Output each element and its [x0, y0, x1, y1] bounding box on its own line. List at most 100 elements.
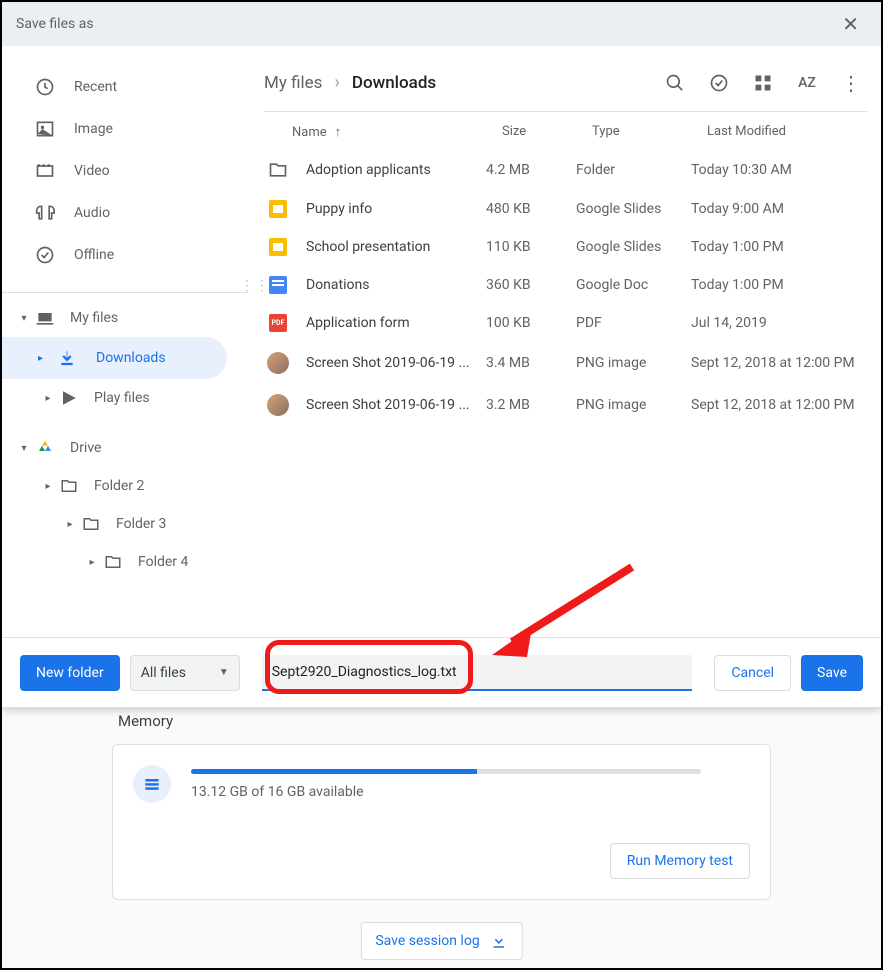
dropdown-icon: ▼ — [219, 667, 229, 678]
download-icon — [490, 932, 508, 950]
chevron-right-icon: ▸ — [60, 519, 80, 530]
file-modified: Sept 12, 2018 at 12:00 PM — [691, 397, 861, 413]
file-row[interactable]: Screen Shot 2019-06-19 ...3.4 MBPNG imag… — [250, 342, 881, 384]
file-row[interactable]: Puppy info480 KBGoogle SlidesToday 9:00 … — [250, 190, 881, 228]
chevron-right-icon: ▸ — [38, 393, 58, 404]
file-size: 3.2 MB — [486, 397, 576, 413]
breadcrumb-root[interactable]: My files — [264, 73, 322, 93]
grid-view-icon[interactable] — [753, 73, 773, 93]
chevron-right-icon: ▸ — [82, 557, 102, 568]
sidebar-folder[interactable]: ▸Folder 2 — [2, 467, 249, 505]
sidebar-item-playfiles[interactable]: ▸ Play files — [2, 379, 249, 417]
folder-icon — [102, 551, 124, 573]
titlebar: Save files as ✕ — [2, 2, 881, 46]
drive-icon — [34, 437, 56, 459]
more-icon[interactable]: ⋮ — [841, 73, 861, 93]
file-type: Folder — [576, 162, 691, 178]
folder-label: Folder 3 — [116, 516, 166, 532]
playfiles-label: Play files — [94, 390, 150, 406]
chevron-down-icon: ▾ — [14, 443, 34, 454]
file-type-icon — [264, 200, 292, 218]
search-icon[interactable] — [665, 73, 685, 93]
my-files-label: My files — [70, 310, 118, 326]
file-modified: Today 1:00 PM — [691, 277, 861, 293]
file-modified: Today 1:00 PM — [691, 239, 861, 255]
file-size: 3.4 MB — [486, 355, 576, 371]
video-icon — [34, 160, 56, 182]
file-type: PNG image — [576, 397, 691, 413]
sidebar-item-label: Recent — [74, 79, 117, 95]
chevron-right-icon: ▸ — [38, 481, 58, 492]
sidebar-item-downloads[interactable]: ▸ Downloads — [2, 337, 227, 379]
file-type-icon — [264, 394, 292, 416]
sort-az-icon[interactable]: AZ — [797, 73, 817, 93]
file-type: Google Slides — [576, 201, 691, 217]
downloads-label: Downloads — [96, 350, 166, 366]
sidebar-item-label: Audio — [74, 205, 110, 221]
column-headers[interactable]: Name ↑ Size Type Last Modified — [250, 112, 881, 150]
download-icon — [56, 347, 78, 369]
file-row[interactable]: Screen Shot 2019-06-19 ...3.2 MBPNG imag… — [250, 384, 881, 426]
file-name: Puppy info — [306, 201, 486, 217]
save-session-log-label: Save session log — [375, 933, 479, 949]
filter-label: All files — [141, 665, 186, 681]
image-icon — [34, 118, 56, 140]
sidebar-drive[interactable]: ▾ Drive — [2, 429, 249, 467]
file-type-filter[interactable]: All files ▼ — [130, 655, 240, 691]
close-icon[interactable]: ✕ — [834, 8, 867, 40]
file-modified: Jul 14, 2019 — [691, 315, 861, 331]
sidebar-item-label: Offline — [74, 247, 114, 263]
save-button[interactable]: Save — [801, 655, 863, 691]
breadcrumb-current: Downloads — [352, 73, 436, 93]
col-type[interactable]: Type — [592, 124, 707, 140]
cancel-button[interactable]: Cancel — [714, 655, 791, 691]
file-name: Screen Shot 2019-06-19 ... — [306, 355, 486, 371]
memory-heading: Memory — [112, 712, 771, 730]
sidebar-item-label: Video — [74, 163, 110, 179]
breadcrumb: My files › Downloads — [264, 72, 665, 93]
chevron-down-icon: ▾ — [14, 313, 34, 324]
memory-bar — [191, 769, 701, 774]
sidebar-item-recent[interactable]: Recent — [2, 66, 233, 108]
filename-input[interactable] — [262, 655, 692, 691]
audio-icon — [34, 202, 56, 224]
drive-label: Drive — [70, 440, 101, 456]
sidebar-item-audio[interactable]: Audio — [2, 192, 233, 234]
file-type: PNG image — [576, 355, 691, 371]
file-type-icon: PDF — [264, 314, 292, 332]
file-size: 480 KB — [486, 201, 576, 217]
file-row[interactable]: PDFApplication form100 KBPDFJul 14, 2019 — [250, 304, 881, 342]
sidebar-item-video[interactable]: Video — [2, 150, 233, 192]
sidebar-my-files[interactable]: ▾ My files — [2, 299, 249, 337]
memory-icon — [133, 765, 171, 803]
file-type-icon — [264, 238, 292, 256]
chevron-right-icon: ▸ — [38, 353, 56, 364]
col-size[interactable]: Size — [502, 124, 592, 140]
file-row[interactable]: Donations360 KBGoogle DocToday 1:00 PM — [250, 266, 881, 304]
save-file-dialog: Save files as ✕ Recent Image Video Audio Off… — [2, 2, 881, 708]
col-modified[interactable]: Last Modified — [707, 124, 861, 140]
sidebar-folder[interactable]: ▸ Folder 3 — [2, 505, 249, 543]
memory-text: 13.12 GB of 16 GB available — [191, 784, 750, 800]
file-type: PDF — [576, 315, 691, 331]
sidebar-folder[interactable]: ▸Folder 4 — [2, 543, 249, 581]
file-row[interactable]: Adoption applicants4.2 MBFolderToday 10:… — [250, 150, 881, 190]
sort-arrow-icon: ↑ — [335, 124, 342, 140]
save-session-log-button[interactable]: Save session log — [360, 922, 522, 960]
file-name: Screen Shot 2019-06-19 ... — [306, 397, 486, 413]
file-name: Application form — [306, 315, 486, 331]
file-type: Google Slides — [576, 239, 691, 255]
file-type: Google Doc — [576, 277, 691, 293]
col-name[interactable]: Name — [292, 125, 327, 140]
drag-handle[interactable]: ⋮⋮ — [240, 278, 270, 294]
sidebar-item-offline[interactable]: Offline — [2, 234, 233, 276]
file-row[interactable]: School presentation110 KBGoogle SlidesTo… — [250, 228, 881, 266]
memory-card: 13.12 GB of 16 GB available Run Memory t… — [112, 744, 771, 900]
check-circle-icon[interactable] — [709, 73, 729, 93]
sidebar-item-image[interactable]: Image — [2, 108, 233, 150]
new-folder-button[interactable]: New folder — [20, 655, 120, 691]
recent-icon — [34, 76, 56, 98]
file-modified: Today 10:30 AM — [691, 162, 861, 178]
file-type-icon — [264, 352, 292, 374]
run-memory-test-button[interactable]: Run Memory test — [610, 843, 750, 879]
